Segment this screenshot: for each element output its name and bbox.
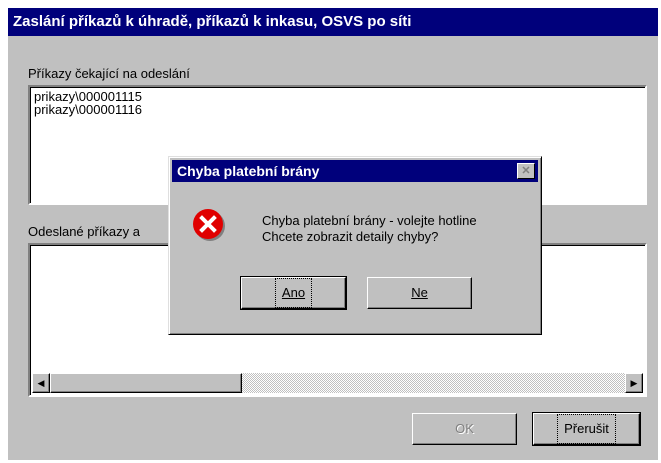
yes-button[interactable]: Ano bbox=[240, 276, 347, 310]
scroll-left-button[interactable]: ◀ bbox=[32, 373, 50, 393]
cancel-button-label: Přerušit bbox=[557, 414, 616, 444]
dialog-message-line1: Chyba platební brány - volejte hotline bbox=[262, 213, 477, 228]
cancel-button[interactable]: Přerušit bbox=[532, 412, 641, 446]
close-button[interactable]: ✕ bbox=[517, 163, 535, 179]
yes-button-label: Ano bbox=[274, 278, 313, 308]
ok-button[interactable]: OK bbox=[412, 413, 517, 445]
list-item[interactable]: prikazy\000001116 bbox=[30, 103, 645, 116]
dialog-message-line2: Chcete zobrazit detaily chyby? bbox=[262, 229, 439, 244]
scroll-right-icon: ▶ bbox=[630, 378, 638, 388]
dialog-title: Chyba platební brány ✕ bbox=[172, 160, 538, 182]
error-dialog: Chyba platební brány ✕ Chyba platební br… bbox=[168, 156, 542, 335]
main-window: Zaslání příkazů k úhradě, příkazů k inka… bbox=[8, 8, 658, 460]
window-title: Zaslání příkazů k úhradě, příkazů k inka… bbox=[8, 8, 658, 36]
ok-button-label: OK bbox=[455, 421, 474, 436]
no-button-label: Ne bbox=[411, 285, 428, 300]
horizontal-scrollbar[interactable]: ◀ ▶ bbox=[32, 373, 643, 393]
pending-orders-label: Příkazy čekající na odeslání bbox=[28, 66, 190, 81]
scrollbar-thumb[interactable] bbox=[50, 373, 242, 393]
dialog-title-text: Chyba platební brány bbox=[177, 163, 320, 179]
no-button[interactable]: Ne bbox=[367, 277, 472, 309]
scroll-right-button[interactable]: ▶ bbox=[625, 373, 643, 393]
close-icon: ✕ bbox=[521, 165, 531, 177]
error-icon bbox=[193, 209, 225, 241]
scroll-left-icon: ◀ bbox=[37, 378, 45, 388]
sent-orders-label: Odeslané příkazy a bbox=[28, 224, 141, 239]
